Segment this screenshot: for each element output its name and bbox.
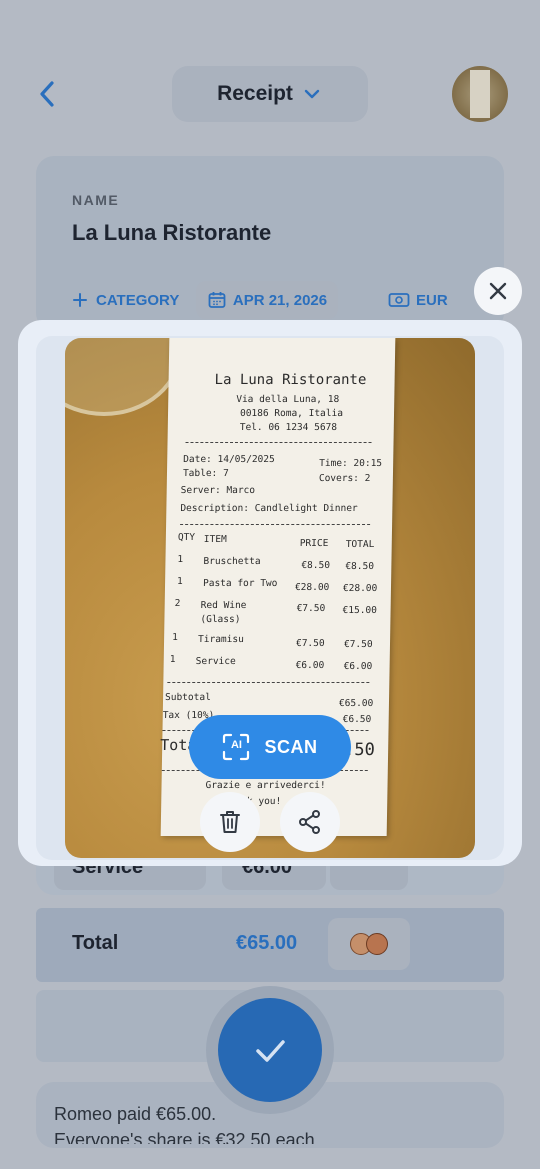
scan-button[interactable]: AI SCAN bbox=[189, 715, 351, 779]
plus-icon bbox=[73, 293, 87, 307]
receipt-table: Table: 7 bbox=[182, 468, 229, 479]
thumbnail-paper bbox=[470, 70, 490, 118]
line-item: Tiramisu bbox=[197, 634, 244, 645]
line-item: Pasta for Two bbox=[202, 578, 278, 589]
ai-badge: AI bbox=[230, 739, 242, 751]
receipt-server: Server: Marco bbox=[180, 485, 256, 496]
divider bbox=[167, 682, 370, 683]
name-value[interactable]: La Luna Ristorante bbox=[72, 220, 271, 246]
receipt-address-1: Via della Luna, 18 bbox=[236, 394, 340, 405]
line-price: €7.50 bbox=[296, 603, 326, 614]
receipt-photo: La Luna Ristorante Via della Luna, 18 00… bbox=[65, 338, 475, 858]
banknote-icon bbox=[388, 293, 410, 307]
line-total: €8.50 bbox=[345, 561, 375, 572]
total-label: Total bbox=[72, 932, 119, 954]
receipt-type-dropdown[interactable]: Receipt bbox=[172, 66, 368, 122]
line-price: €6.00 bbox=[295, 660, 325, 671]
receipt-tel: Tel. 06 1234 5678 bbox=[239, 422, 338, 433]
currency-button[interactable]: EUR bbox=[388, 287, 448, 313]
category-label: CATEGORY bbox=[96, 291, 180, 309]
receipt-footer-1: Grazie e arrivederci! bbox=[205, 780, 326, 791]
line-qty: 1 bbox=[172, 632, 178, 643]
share-button[interactable] bbox=[280, 792, 340, 852]
total-amount: €65.00 bbox=[236, 932, 298, 954]
summary-line-1: Romeo paid €65.00. bbox=[54, 1104, 217, 1124]
delete-button[interactable] bbox=[200, 792, 260, 852]
date-label: APR 21, 2026 bbox=[232, 291, 328, 309]
scan-label: SCAN bbox=[264, 736, 318, 757]
line-price: €7.50 bbox=[295, 638, 325, 649]
col-qty: QTY bbox=[177, 532, 196, 543]
tax-value: €6.50 bbox=[342, 714, 372, 725]
divider bbox=[180, 524, 371, 525]
line-item: Bruschetta bbox=[203, 556, 261, 567]
page-title: Receipt bbox=[217, 82, 293, 105]
line-total: €28.00 bbox=[342, 583, 378, 594]
line-qty: 1 bbox=[177, 576, 183, 587]
line-total: €6.00 bbox=[343, 661, 373, 672]
receipt-name: La Luna Ristorante bbox=[214, 372, 367, 388]
subtotal-value: €65.00 bbox=[338, 698, 374, 709]
receipt-address-2: 00186 Roma, Italia bbox=[239, 408, 344, 419]
date-button[interactable]: APR 21, 2026 bbox=[196, 281, 338, 319]
line-total: €7.50 bbox=[343, 639, 373, 650]
close-icon bbox=[489, 282, 507, 300]
close-button[interactable] bbox=[474, 267, 522, 315]
divider bbox=[185, 442, 372, 443]
line-qty: 1 bbox=[169, 654, 176, 665]
trash-icon bbox=[220, 811, 240, 833]
line-item: Red Wine bbox=[200, 600, 247, 611]
line-qty: 1 bbox=[177, 554, 184, 565]
line-price: €8.50 bbox=[301, 560, 331, 571]
receipt-thumbnail[interactable] bbox=[452, 66, 508, 122]
add-category-button[interactable]: CATEGORY bbox=[72, 287, 179, 313]
calendar-icon bbox=[208, 292, 226, 308]
line-item-cont: (Glass) bbox=[200, 614, 241, 625]
col-item: ITEM bbox=[203, 534, 227, 545]
line-total: €15.00 bbox=[342, 605, 378, 616]
line-item: Service bbox=[195, 656, 236, 667]
share-icon bbox=[299, 810, 320, 834]
currency-label: EUR bbox=[416, 291, 448, 309]
receipt-covers: Covers: 2 bbox=[318, 473, 371, 484]
total-avatars[interactable] bbox=[328, 918, 410, 970]
subtotal-label: Subtotal bbox=[164, 692, 211, 703]
summary-line-2: Everyone's share is €32.50 each. bbox=[54, 1130, 320, 1144]
receipt-date: Date: 14/05/2025 bbox=[183, 454, 275, 465]
check-icon bbox=[256, 1040, 285, 1062]
receipt-description: Description: Candlelight Dinner bbox=[180, 503, 358, 514]
receipt-time: Time: 20:15 bbox=[319, 458, 383, 469]
name-field-label: NAME bbox=[72, 192, 120, 208]
ai-scan-icon: AI bbox=[222, 733, 250, 761]
avatar-juliet bbox=[366, 933, 388, 955]
col-price: PRICE bbox=[299, 538, 329, 549]
line-qty: 2 bbox=[174, 598, 181, 609]
chevron-left-icon bbox=[40, 81, 54, 107]
confirm-button[interactable] bbox=[218, 998, 322, 1102]
line-price: €28.00 bbox=[294, 582, 330, 593]
chevron-down-icon bbox=[304, 89, 320, 99]
wine-glass bbox=[65, 338, 183, 416]
back-button[interactable] bbox=[30, 74, 66, 114]
col-total: TOTAL bbox=[345, 539, 375, 550]
